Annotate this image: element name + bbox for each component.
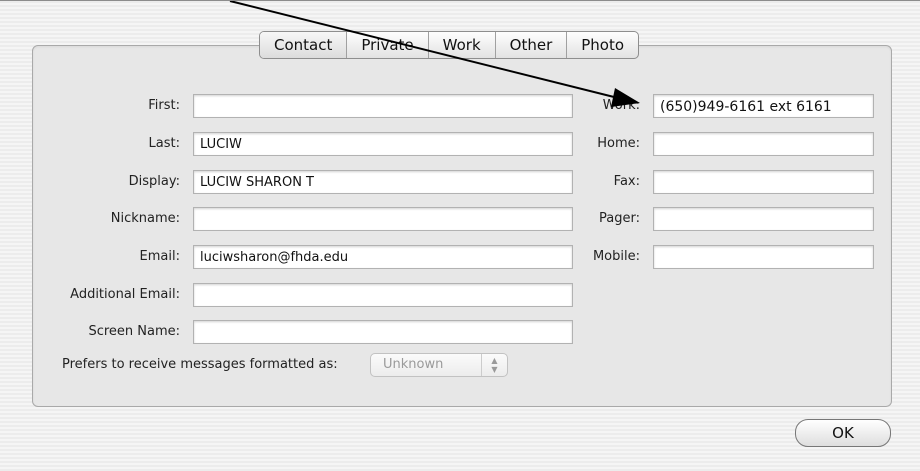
mobile-field[interactable] — [653, 245, 874, 269]
email-label: Email: — [139, 249, 180, 264]
ok-button[interactable]: OK — [795, 419, 891, 447]
mobile-label: Mobile: — [592, 249, 640, 264]
message-format-label: Prefers to receive messages formatted as… — [62, 357, 338, 372]
work-phone-label: Work: — [602, 98, 640, 113]
display-label: Display: — [128, 174, 180, 189]
tab-work[interactable]: Work — [427, 32, 495, 58]
nickname-field[interactable] — [193, 207, 573, 231]
pager-label: Pager: — [599, 211, 640, 226]
screen-name-label: Screen Name: — [88, 324, 180, 339]
tab-bar: Contact Private Work Other Photo — [259, 31, 640, 59]
message-format-value: Unknown — [383, 357, 444, 372]
first-field[interactable] — [193, 94, 573, 118]
tab-contact[interactable]: Contact — [260, 32, 347, 58]
screen-name-field[interactable] — [193, 320, 573, 344]
stepper-arrows-icon: ▲ ▼ — [481, 354, 507, 376]
fax-label: Fax: — [613, 174, 640, 189]
work-phone-field[interactable]: (650)949-6161 ext 6161 — [653, 94, 874, 118]
home-phone-field[interactable] — [653, 132, 874, 156]
last-field[interactable]: LUCIW — [193, 132, 573, 156]
last-label: Last: — [148, 136, 180, 151]
first-label: First: — [148, 98, 180, 113]
tab-other[interactable]: Other — [494, 32, 567, 58]
message-format-select[interactable]: Unknown ▲ ▼ — [370, 353, 508, 377]
home-phone-label: Home: — [597, 136, 640, 151]
tab-photo[interactable]: Photo — [566, 32, 638, 58]
pager-field[interactable] — [653, 207, 874, 231]
tab-private[interactable]: Private — [346, 32, 427, 58]
additional-email-field[interactable] — [193, 283, 573, 307]
nickname-label: Nickname: — [110, 211, 180, 226]
fax-field[interactable] — [653, 170, 874, 194]
additional-email-label: Additional Email: — [70, 287, 180, 302]
contact-info-window: Contact Private Work Other Photo First: … — [0, 0, 920, 471]
display-field[interactable]: LUCIW SHARON T — [193, 170, 573, 194]
email-field[interactable]: luciwsharon@fhda.edu — [193, 245, 573, 269]
